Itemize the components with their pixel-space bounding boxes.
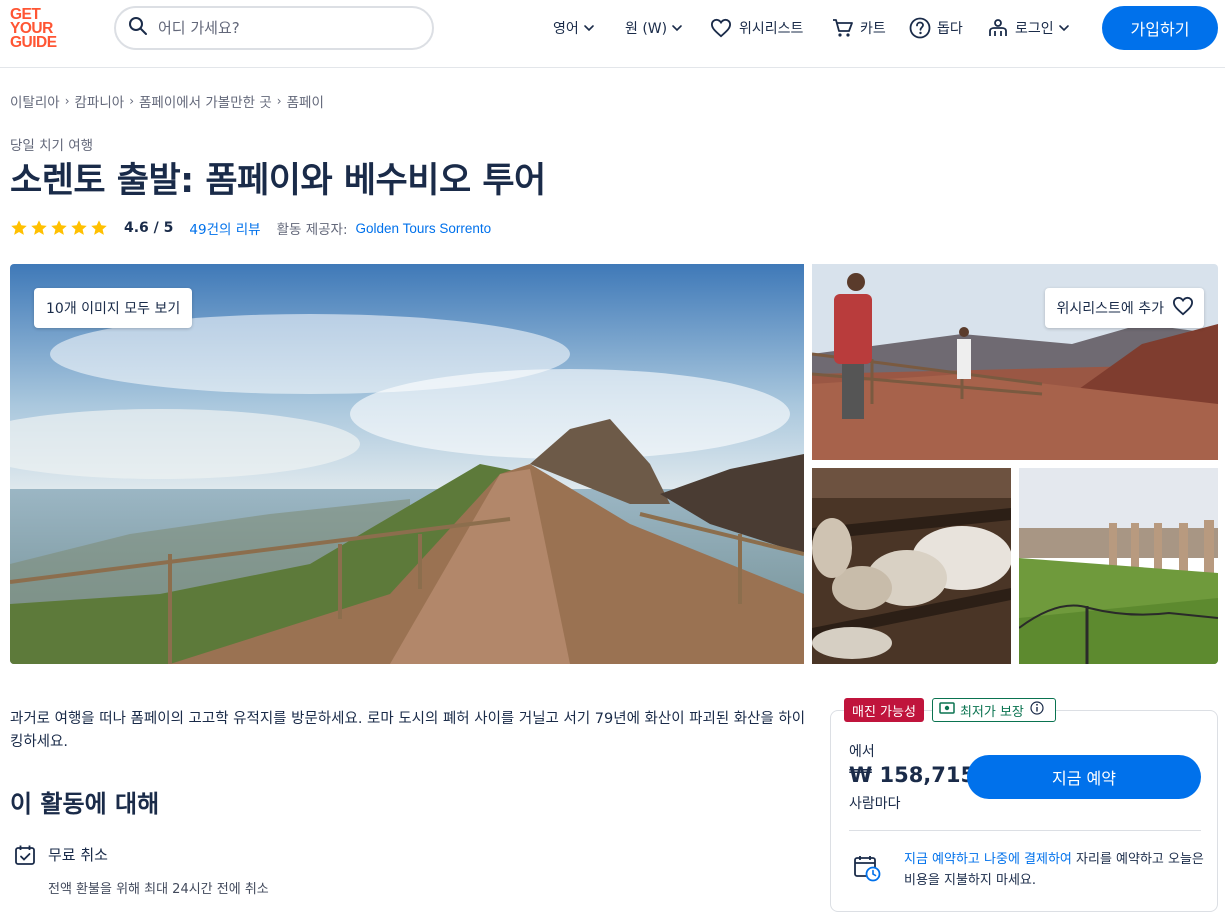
gallery-image-hikers[interactable]: 위시리스트에 추가	[812, 264, 1218, 460]
add-to-wishlist-button[interactable]: 위시리스트에 추가	[1044, 288, 1204, 328]
price-value: ₩ 158,715	[849, 763, 976, 787]
image-gallery: 10개 이미지 모두 보기 위시리스트에 추가	[10, 264, 1218, 664]
help-link[interactable]: 돕다	[909, 0, 963, 56]
search-box[interactable]	[114, 6, 434, 50]
reviews-link[interactable]: 49건의 리뷰	[189, 218, 260, 238]
book-now-button[interactable]: 지금 예약	[967, 755, 1201, 799]
breadcrumb-separator-icon: ›	[129, 94, 134, 108]
gallery-image-amphorae[interactable]	[812, 468, 1011, 664]
cart-label: 카트	[860, 21, 886, 37]
breadcrumb-item-campania[interactable]: 캄파니아	[75, 91, 125, 111]
provider-link[interactable]: Golden Tours Sorrento	[356, 221, 492, 236]
search-icon	[128, 16, 148, 40]
booking-card: 에서 ₩ 158,715 사람마다 지금 예약 지금 예약하고 나중에 결제하여…	[830, 710, 1218, 912]
calendar-clock-icon	[853, 854, 881, 886]
breadcrumb-item-italy[interactable]: 이탈리아	[10, 91, 60, 111]
divider	[849, 830, 1201, 831]
reviews-suffix: 건의 리뷰	[206, 222, 261, 238]
best-price-label: 최저가 보장	[959, 704, 1024, 720]
breadcrumb-separator-icon: ›	[64, 94, 70, 108]
star-icon	[11, 220, 27, 235]
star-rating	[10, 219, 108, 237]
rating-row: 4.6 / 5 49건의 리뷰 활동 제공자: Golden Tours Sor…	[10, 218, 491, 238]
chevron-down-icon	[1058, 22, 1070, 34]
info-icon[interactable]	[1030, 701, 1049, 719]
language-label: 영어	[553, 21, 579, 37]
feature-subtitle: 전액 환불을 위해 최대 24시간 전에 취소	[48, 882, 269, 897]
reserve-now-pay-later: 지금 예약하고 나중에 결제하여 자리를 예약하고 오늘은 비용을 지불하지 마…	[904, 849, 1204, 891]
price-from-label: 에서	[849, 744, 875, 760]
cart-icon	[832, 18, 854, 38]
heart-icon	[1164, 296, 1194, 320]
page-title: 소렌토 출발: 폼페이와 베수비오 투어	[10, 161, 546, 201]
currency-label: 원 (W)	[625, 21, 668, 37]
main-image[interactable]: 10개 이미지 모두 보기	[10, 264, 804, 664]
breadcrumb-separator-icon: ›	[276, 94, 282, 108]
view-all-images-button[interactable]: 10개 이미지 모두 보기	[34, 288, 193, 328]
chevron-down-icon	[583, 22, 595, 34]
currency-selector[interactable]: 원 (W)	[625, 0, 683, 56]
star-icon	[71, 220, 87, 235]
logo[interactable]: GET YOUR GUIDE	[10, 7, 70, 54]
breadcrumb-item-things-to-do[interactable]: 폼페이에서 가볼만한 곳	[139, 91, 272, 111]
login-label: 로그인	[1015, 21, 1054, 37]
wishlist-label: 위시리스트	[739, 21, 804, 37]
provider-label: 활동 제공자:	[276, 222, 348, 238]
activity-category: 당일 치기 여행	[10, 138, 94, 154]
about-section-title: 이 활동에 대해	[10, 790, 160, 818]
star-icon	[31, 220, 47, 235]
reviews-count: 49	[189, 222, 207, 238]
activity-description: 과거로 여행을 떠나 폼페이의 고고학 유적지를 방문하세요. 로마 도시의 폐…	[10, 711, 806, 750]
gallery-image-forum[interactable]	[1019, 468, 1218, 664]
user-group-icon	[988, 18, 1008, 38]
header: GET YOUR GUIDE 영어 원 (W) 위시리스트 카트	[0, 0, 1225, 68]
breadcrumb-item-pompeii[interactable]: 폼페이	[287, 91, 324, 111]
star-icon	[51, 220, 67, 235]
likely-to-sell-out-badge: 매진 가능성	[844, 698, 924, 722]
question-circle-icon	[909, 17, 931, 39]
add-to-wishlist-label: 위시리스트에 추가	[1056, 301, 1165, 317]
star-icon	[91, 220, 107, 235]
heart-icon	[710, 18, 732, 38]
feature-free-cancellation: 무료 취소	[14, 844, 108, 870]
signup-button[interactable]: 가입하기	[1102, 6, 1218, 50]
calendar-check-icon	[14, 844, 36, 870]
breadcrumb: 이탈리아 › 캄파니아 › 폼페이에서 가볼만한 곳 › 폼페이	[10, 91, 324, 111]
login-menu[interactable]: 로그인	[988, 0, 1070, 56]
best-price-badge[interactable]: 최저가 보장	[931, 698, 1056, 722]
wishlist-link[interactable]: 위시리스트	[710, 0, 803, 56]
chevron-down-icon	[671, 22, 683, 34]
rating-score: 4.6 / 5	[124, 220, 174, 236]
price-per-person-label: 사람마다	[849, 796, 901, 812]
reserve-now-pay-later-link[interactable]: 지금 예약하고 나중에 결제하여	[904, 852, 1072, 867]
money-icon	[939, 702, 960, 718]
feature-title: 무료 취소	[48, 846, 108, 864]
language-selector[interactable]: 영어	[553, 0, 595, 56]
help-label: 돕다	[937, 21, 963, 37]
booking-badges: 매진 가능성 최저가 보장	[844, 698, 1056, 722]
cart-link[interactable]: 카트	[832, 0, 886, 56]
search-input[interactable]	[158, 19, 408, 37]
logo-line-3: GUIDE	[10, 34, 57, 51]
